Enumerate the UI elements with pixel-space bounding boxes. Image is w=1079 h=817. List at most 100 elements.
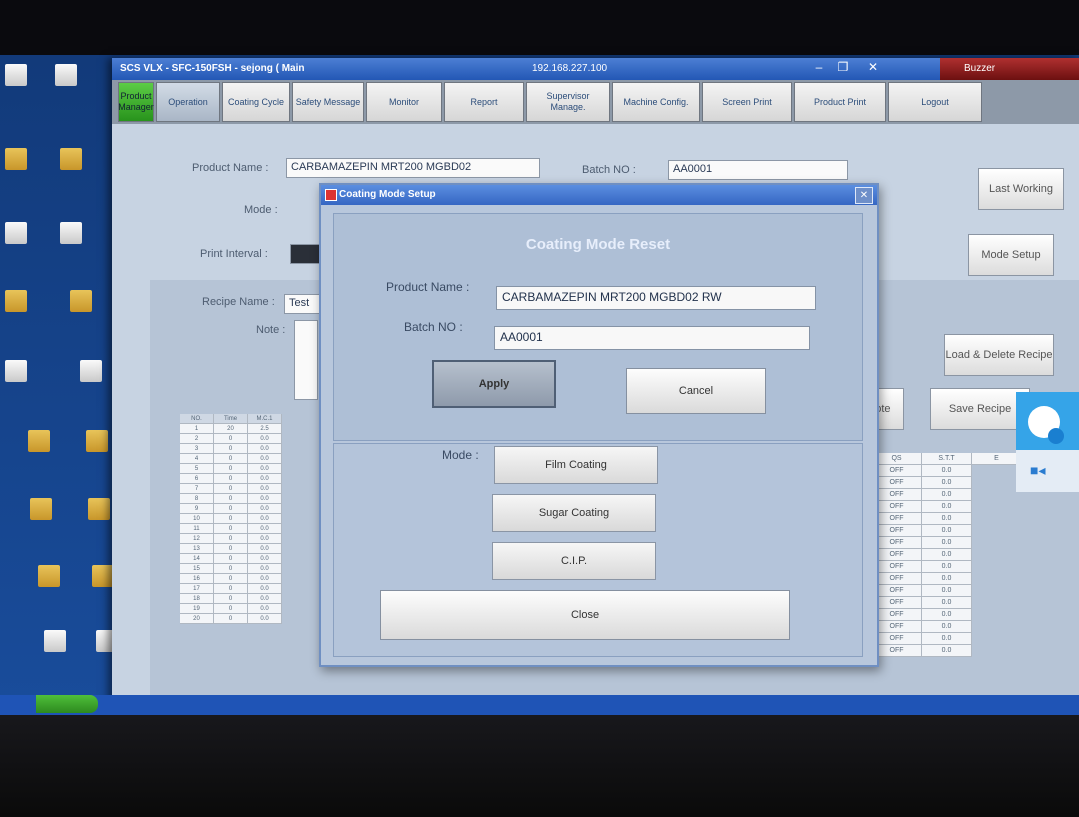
status-row: OFF 0.0 xyxy=(872,477,1022,489)
table-row: 14 0 0.0 xyxy=(180,554,282,564)
folder-icon[interactable] xyxy=(88,498,110,520)
desktop-icon[interactable] xyxy=(80,360,102,382)
table-cell: 0.0 xyxy=(248,574,282,584)
folder-icon[interactable] xyxy=(38,565,60,587)
print-interval-label: Print Interval : xyxy=(200,248,268,260)
product-name-field[interactable]: CARBAMAZEPIN MRT200 MGBD02 xyxy=(286,158,540,178)
desktop-icon[interactable] xyxy=(5,360,27,382)
status-cell: 0.0 xyxy=(922,645,972,657)
minimize-button[interactable]: – xyxy=(808,60,830,76)
folder-icon[interactable] xyxy=(30,498,52,520)
menu-safety-message[interactable]: Safety Message xyxy=(292,82,364,122)
status-cell: 0.0 xyxy=(922,609,972,621)
folder-icon[interactable] xyxy=(60,148,82,170)
dialog-batch-field[interactable]: AA0001 xyxy=(494,326,810,350)
table-cell: 8 xyxy=(180,494,214,504)
status-row: OFF 0.0 xyxy=(872,525,1022,537)
table-cell: 0 xyxy=(214,524,248,534)
table-cell: 0 xyxy=(214,614,248,624)
menu-machine-config[interactable]: Machine Config. xyxy=(612,82,700,122)
table-cell: 0 xyxy=(214,574,248,584)
table-cell: 2 xyxy=(180,434,214,444)
table-cell: 5 xyxy=(180,464,214,474)
status-cell: 0.0 xyxy=(922,489,972,501)
status-header-cell: E xyxy=(972,453,1022,465)
buzzer-label: Buzzer xyxy=(964,63,996,74)
sugar-coating-button[interactable]: Sugar Coating xyxy=(492,494,656,532)
note-field[interactable] xyxy=(294,320,318,400)
main-menu: Product Manager Operation Coating Cycle … xyxy=(112,80,1079,124)
mode-setup-button[interactable]: Mode Setup xyxy=(968,234,1054,276)
table-row: 1 20 2.5 xyxy=(180,424,282,434)
load-delete-recipe-button[interactable]: Load & Delete Recipe xyxy=(944,334,1054,376)
status-cell: OFF xyxy=(872,489,922,501)
table-cell: 20 xyxy=(180,614,214,624)
teamviewer-arrow-icon xyxy=(1048,428,1064,444)
buzzer-indicator[interactable]: Buzzer xyxy=(940,58,1079,80)
batch-field[interactable]: AA0001 xyxy=(668,160,848,180)
dialog-title-bar: Coating Mode Setup ✕ xyxy=(321,185,877,205)
restore-button[interactable]: ❐ xyxy=(832,60,854,76)
close-button[interactable]: ✕ xyxy=(862,60,884,76)
cip-button[interactable]: C.I.P. xyxy=(492,542,656,580)
folder-icon[interactable] xyxy=(92,565,114,587)
cancel-button[interactable]: Cancel xyxy=(626,368,766,414)
menu-product-manager[interactable]: Product Manager xyxy=(118,82,154,122)
dialog-product-name-field[interactable]: CARBAMAZEPIN MRT200 MGBD02 RW xyxy=(496,286,816,310)
status-row: OFF 0.0 xyxy=(872,633,1022,645)
status-cell: OFF xyxy=(872,477,922,489)
table-row: 2 0 0.0 xyxy=(180,434,282,444)
note-label: Note : xyxy=(256,324,286,336)
desktop-icon[interactable] xyxy=(60,222,82,244)
last-working-button[interactable]: Last Working xyxy=(978,168,1064,210)
menu-product-print[interactable]: Product Print xyxy=(794,82,886,122)
status-row: OFF 0.0 xyxy=(872,597,1022,609)
table-cell: 0.0 xyxy=(248,484,282,494)
coating-mode-setup-dialog: Coating Mode Setup ✕ Coating Mode Reset … xyxy=(319,183,879,667)
menu-supervisor-manage[interactable]: Supervisor Manage. xyxy=(526,82,610,122)
dialog-batch-label: Batch NO : xyxy=(404,320,463,334)
table-cell: 0.0 xyxy=(248,614,282,624)
menu-monitor[interactable]: Monitor xyxy=(366,82,442,122)
table-cell: 0 xyxy=(214,604,248,614)
status-row: OFF 0.0 xyxy=(872,573,1022,585)
apply-button[interactable]: Apply xyxy=(432,360,556,408)
video-camera-icon[interactable]: ■◂ xyxy=(1030,462,1045,479)
table-cell: 7 xyxy=(180,484,214,494)
recipe-name-field[interactable]: Test xyxy=(284,294,320,314)
teamviewer-logo-icon xyxy=(1028,406,1064,444)
desktop-icon[interactable] xyxy=(44,630,66,652)
menu-report[interactable]: Report xyxy=(444,82,524,122)
folder-icon[interactable] xyxy=(28,430,50,452)
start-button[interactable] xyxy=(36,695,98,713)
desktop-icon[interactable] xyxy=(5,222,27,244)
menu-screen-print[interactable]: Screen Print xyxy=(702,82,792,122)
folder-icon[interactable] xyxy=(5,148,27,170)
menu-operation[interactable]: Operation xyxy=(156,82,220,122)
recipe-name-label: Recipe Name : xyxy=(202,296,275,308)
table-cell: 0.0 xyxy=(248,464,282,474)
table-cell: 1 xyxy=(180,424,214,434)
menu-coating-cycle[interactable]: Coating Cycle xyxy=(222,82,290,122)
table-cell: 0.0 xyxy=(248,524,282,534)
desktop-icon[interactable] xyxy=(55,64,77,86)
folder-icon[interactable] xyxy=(5,290,27,312)
table-cell: 0 xyxy=(214,564,248,574)
film-coating-button[interactable]: Film Coating xyxy=(494,446,658,484)
table-cell: 0.0 xyxy=(248,474,282,484)
status-grid: QS S.T.T E OFF 0.0 OFF 0.0 OFF 0.0 OFF 0.0 OFF 0.… xyxy=(872,453,1022,657)
desktop-icon[interactable] xyxy=(5,64,27,86)
save-recipe-button[interactable]: Save Recipe xyxy=(930,388,1030,430)
status-row: OFF 0.0 xyxy=(872,549,1022,561)
dialog-close-icon[interactable]: ✕ xyxy=(855,187,873,204)
folder-icon[interactable] xyxy=(70,290,92,312)
dialog-close-button[interactable]: Close xyxy=(380,590,790,640)
status-row: OFF 0.0 xyxy=(872,489,1022,501)
menu-logout[interactable]: Logout xyxy=(888,82,982,122)
table-row: 3 0 0.0 xyxy=(180,444,282,454)
folder-icon[interactable] xyxy=(86,430,108,452)
mode-label: Mode : xyxy=(244,204,278,216)
teamviewer-panel[interactable]: ■◂ xyxy=(1016,392,1079,492)
table-cell: 0 xyxy=(214,544,248,554)
status-cell: OFF xyxy=(872,633,922,645)
